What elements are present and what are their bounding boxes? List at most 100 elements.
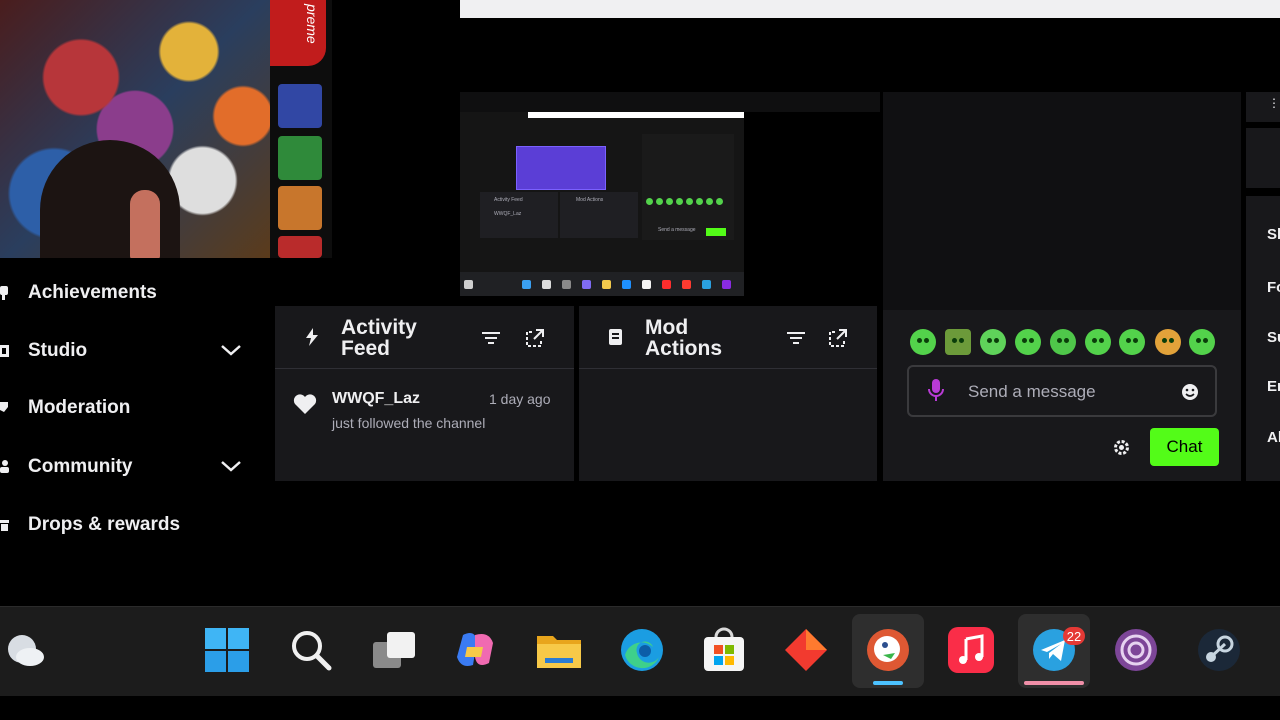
chevron-down-icon[interactable]: [220, 458, 242, 474]
emote[interactable]: [1189, 329, 1215, 355]
preview-taskbar-icon: [602, 280, 611, 289]
preview-taskbar-icon: [622, 280, 631, 289]
emote[interactable]: [1119, 329, 1145, 355]
emote[interactable]: [1155, 329, 1181, 355]
nav-item-studio[interactable]: Studio: [0, 336, 260, 366]
preview-activity-panel: Activity Feed WWQF_Laz: [480, 192, 558, 238]
preview-chat-button: [706, 228, 726, 236]
file-explorer-icon[interactable]: [535, 626, 583, 674]
preview-taskbar-icon: [464, 280, 473, 289]
preview-emote: [716, 198, 723, 205]
gear-icon[interactable]: [1113, 439, 1130, 456]
notification-count: 22: [1066, 628, 1082, 644]
sword-icon: [0, 398, 10, 418]
chat-send-label: Chat: [1166, 437, 1203, 456]
chat-message-input[interactable]: Send a message: [907, 365, 1217, 417]
preview-taskbar-icon: [662, 280, 671, 289]
running-app-indicator: [873, 681, 903, 685]
nav-item-drops-rewards[interactable]: Drops & rewards: [0, 510, 260, 540]
right-sidebar-item[interactable]: Al: [1267, 429, 1280, 446]
chakra-tile-blue: [278, 84, 322, 128]
chat-messages-area: [883, 92, 1241, 310]
task-view-icon[interactable]: [370, 626, 418, 674]
nav-item-achievements[interactable]: Achievements: [0, 278, 260, 308]
emote[interactable]: [945, 329, 971, 355]
emote[interactable]: [1015, 329, 1041, 355]
mod-actions-title: Mod Actions: [645, 317, 722, 359]
duckduckgo-icon[interactable]: [864, 626, 912, 674]
filter-button[interactable]: [784, 326, 808, 350]
emote[interactable]: [1085, 329, 1111, 355]
popout-button[interactable]: [523, 326, 547, 350]
preview-chat-panel: Send a message: [642, 134, 734, 240]
red-app-icon[interactable]: [782, 626, 830, 674]
nav-item-community[interactable]: Community: [0, 452, 260, 482]
trophy-icon: [0, 283, 10, 303]
feed-event-username[interactable]: WWQF_Laz: [332, 390, 420, 408]
activity-feed-title-line2: Feed: [341, 337, 391, 360]
chakra-tile-orange: [278, 186, 322, 230]
preview-taskbar-icon: [582, 280, 591, 289]
preview-video: [516, 146, 606, 190]
preview-emote: [676, 198, 683, 205]
right-sidebar-item[interactable]: Su: [1267, 329, 1280, 346]
filter-button[interactable]: [479, 326, 503, 350]
emoji-icon[interactable]: [1181, 383, 1199, 401]
right-sidebar-item[interactable]: Fo: [1267, 279, 1280, 296]
nav-item-moderation[interactable]: Moderation: [0, 393, 260, 423]
preview-emote: [706, 198, 713, 205]
can-text: preme: [304, 4, 320, 44]
preview-taskbar-icon: [722, 280, 731, 289]
document-icon: [609, 329, 622, 345]
popout-icon: [829, 329, 847, 347]
running-app-indicator: [1024, 681, 1084, 685]
right-sidebar-item[interactable]: En: [1267, 378, 1280, 395]
microsoft-store-icon[interactable]: [700, 626, 748, 674]
feed-event-description: just followed the channel: [332, 415, 486, 431]
preview-emote: [656, 198, 663, 205]
preview-activity-user: WWQF_Laz: [494, 211, 522, 217]
poster-strip: preme: [270, 0, 332, 258]
steam-icon[interactable]: [1195, 626, 1243, 674]
edge-browser-icon[interactable]: [618, 626, 666, 674]
users-icon: [0, 457, 10, 477]
weather-icon[interactable]: [0, 626, 48, 674]
chevron-down-icon[interactable]: [220, 342, 242, 358]
copilot-icon[interactable]: [452, 626, 500, 674]
video-area-top: [460, 92, 880, 112]
popout-button[interactable]: [826, 326, 850, 350]
preview-taskbar-icon: [542, 280, 551, 289]
preview-mod-title: Mod Actions: [576, 197, 604, 203]
right-sidebar-item[interactable]: Sh: [1267, 226, 1280, 243]
notification-badge: 22: [1063, 627, 1085, 645]
preview-taskbar-icon: [562, 280, 571, 289]
chat-send-button[interactable]: Chat: [1150, 428, 1219, 466]
emote[interactable]: [980, 329, 1006, 355]
activity-feed-title-line1: Activity: [341, 316, 417, 339]
browser-top-bar: [460, 0, 1280, 18]
windows-start-icon[interactable]: [203, 626, 251, 674]
preview-mod-panel: Mod Actions: [560, 192, 638, 238]
right-sidebar: Sh Fo Su En Al: [1246, 196, 1280, 481]
webcam-feed: [0, 0, 270, 258]
apple-music-icon[interactable]: [947, 626, 995, 674]
filter-icon: [787, 332, 805, 344]
feed-event[interactable]: WWQF_Laz 1 day ago just followed the cha…: [275, 378, 574, 438]
preview-activity-title: Activity Feed: [494, 197, 523, 203]
emote[interactable]: [1050, 329, 1076, 355]
nav-label-moderation: Moderation: [28, 397, 131, 418]
emote[interactable]: [910, 329, 936, 355]
screen-share-preview: Activity Feed WWQF_Laz Mod Actions Send …: [460, 112, 744, 296]
nav-label-drops-rewards: Drops & rewards: [28, 514, 181, 535]
chakra-tile-green: [278, 136, 322, 180]
lightning-icon: [306, 328, 318, 346]
microphone-icon[interactable]: [927, 379, 945, 403]
gift-icon: [0, 515, 10, 535]
studio-icon: [0, 341, 10, 361]
preview-emote: [666, 198, 673, 205]
search-icon[interactable]: [287, 626, 335, 674]
preview-taskbar-icon: [642, 280, 651, 289]
chakra-tile-red: [278, 236, 322, 258]
preview-taskbar-icon: [702, 280, 711, 289]
tor-browser-icon[interactable]: [1112, 626, 1160, 674]
